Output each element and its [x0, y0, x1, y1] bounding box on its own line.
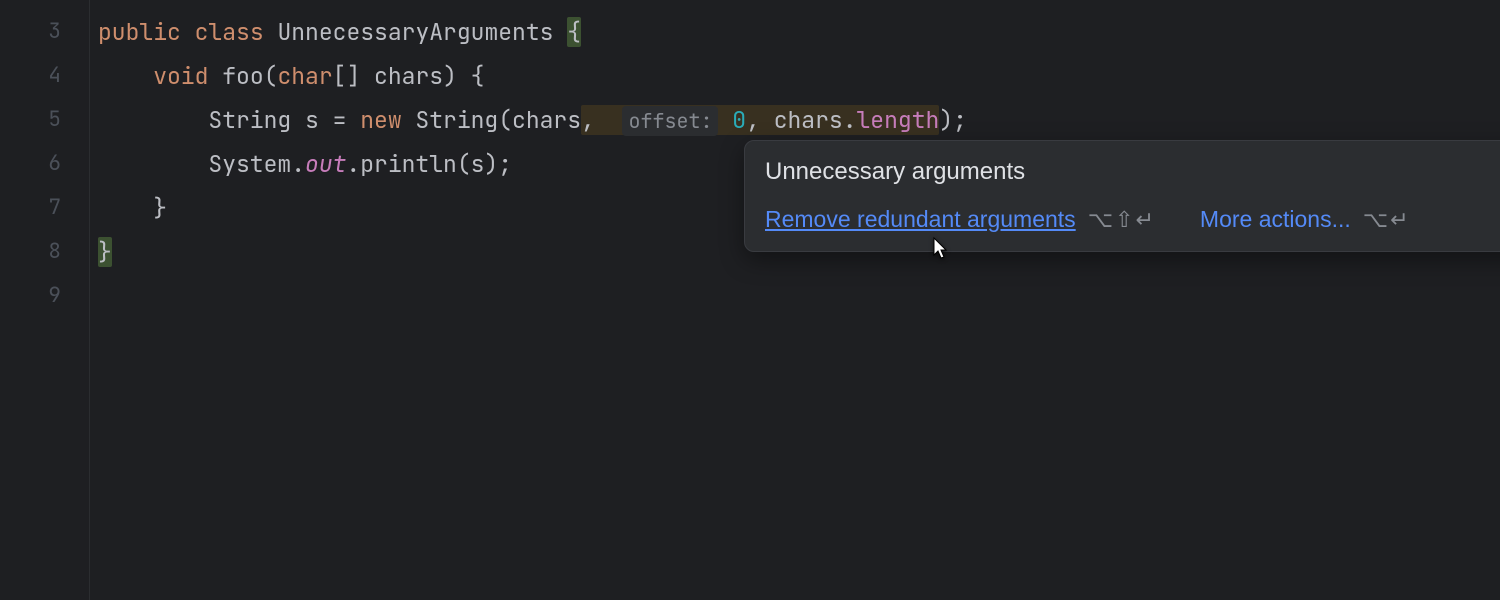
code-line[interactable]: public class UnnecessaryArguments {	[98, 10, 1500, 54]
static-field: out	[305, 149, 346, 179]
parameter-hint: offset:	[622, 106, 718, 136]
code-content[interactable]: public class UnnecessaryArguments { void…	[90, 0, 1500, 600]
brace-open: {	[567, 17, 581, 47]
property: length	[857, 105, 940, 135]
number-literal: 0	[732, 105, 746, 135]
popup-title: Unnecessary arguments	[765, 158, 1025, 186]
array-brackets: []	[333, 61, 361, 91]
keyword: new	[360, 105, 401, 135]
code-line[interactable]	[98, 274, 1500, 318]
line-number: 5	[0, 98, 61, 142]
line-number: 8	[0, 230, 61, 274]
param-name: chars	[360, 61, 443, 91]
keyword: char	[277, 61, 332, 91]
code-text: .println(s);	[346, 149, 512, 179]
more-actions-link[interactable]: More actions...	[1200, 206, 1351, 233]
code-text: String(chars	[402, 105, 581, 135]
paren: )	[443, 61, 457, 91]
code-line[interactable]: void foo(char[] chars) {	[98, 54, 1500, 98]
brace-close: }	[98, 237, 112, 267]
code-editor: 3 4 5 6 7 8 9 public class UnnecessaryAr…	[0, 0, 1500, 600]
popup-header: Unnecessary arguments	[765, 157, 1500, 186]
line-gutter: 3 4 5 6 7 8 9	[0, 0, 90, 600]
class-name: UnnecessaryArguments	[277, 17, 553, 47]
code-line[interactable]: String s = new String(chars, offset: 0, …	[98, 98, 1500, 142]
code-text: String s =	[208, 105, 360, 135]
comma: ,	[746, 105, 760, 135]
code-text: );	[939, 105, 967, 135]
keyboard-shortcut: ⌥⇧↵	[1088, 207, 1156, 233]
method-name: foo	[222, 61, 263, 91]
keyword: class	[195, 17, 264, 47]
inspection-popup: Unnecessary arguments Remove redundant a…	[744, 140, 1500, 252]
line-number: 6	[0, 142, 61, 186]
line-number: 4	[0, 54, 61, 98]
brace-open: {	[457, 61, 485, 91]
line-number: 3	[0, 10, 61, 54]
code-text: System.	[208, 149, 305, 179]
fix-action-link[interactable]: Remove redundant arguments	[765, 206, 1076, 233]
popup-actions: Remove redundant arguments ⌥⇧↵ More acti…	[765, 206, 1500, 233]
line-number: 7	[0, 186, 61, 230]
keyboard-shortcut: ⌥↵	[1363, 207, 1411, 233]
keyword: public	[98, 17, 181, 47]
paren: (	[264, 61, 278, 91]
comma: ,	[581, 105, 595, 135]
brace-close: }	[153, 193, 167, 223]
line-number: 9	[0, 274, 61, 318]
keyword: void	[153, 61, 208, 91]
code-text: chars.	[760, 105, 857, 135]
